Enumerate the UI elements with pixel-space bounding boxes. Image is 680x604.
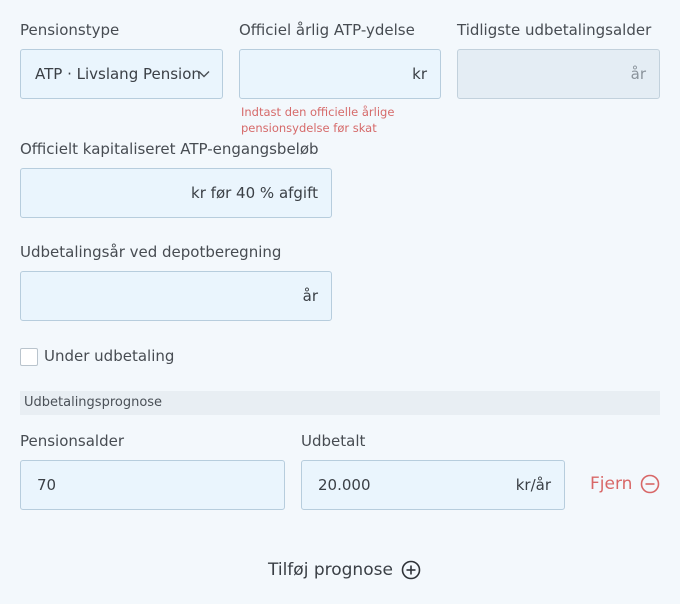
paid-unit: kr/år xyxy=(515,476,551,494)
minus-circle-icon xyxy=(641,474,660,494)
add-forecast-label: Tilføj prognose xyxy=(268,560,393,580)
payout-years-label: Udbetalingsår ved depotberegning xyxy=(20,243,282,261)
official-annual-error: Indtast den officielle årlige pensionsyd… xyxy=(241,105,395,135)
plus-circle-icon xyxy=(401,560,421,580)
forecast-section-title: Udbetalingsprognose xyxy=(24,395,163,410)
pension-age-label: Pensionsalder xyxy=(20,432,125,450)
earliest-age-input[interactable]: år xyxy=(457,49,660,99)
pension-type-value: ATP · Livslang Pension xyxy=(35,65,201,83)
forecast-section-header: Udbetalingsprognose xyxy=(20,391,660,415)
capitalized-label: Officielt kapitaliseret ATP-engangsbeløb xyxy=(20,140,319,158)
paid-value: 20.000 xyxy=(318,476,371,494)
earliest-age-label: Tidligste udbetalingsalder xyxy=(457,21,652,39)
under-payout-label: Under udbetaling xyxy=(44,347,175,365)
official-annual-suffix: kr xyxy=(412,65,427,83)
paid-input[interactable]: 20.000 kr/år xyxy=(301,460,565,510)
remove-forecast-button[interactable]: Fjern xyxy=(590,474,660,494)
payout-years-input[interactable]: år xyxy=(20,271,332,321)
official-annual-label: Officiel årlig ATP-ydelse xyxy=(239,21,415,39)
remove-label: Fjern xyxy=(590,474,633,494)
under-payout-checkbox[interactable] xyxy=(20,348,38,366)
capitalized-input[interactable]: kr før 40 % afgift xyxy=(20,168,332,218)
pension-age-input[interactable]: 70 xyxy=(20,460,285,510)
pension-type-select[interactable]: ATP · Livslang Pension xyxy=(20,49,223,99)
pension-type-label: Pensionstype xyxy=(20,21,120,39)
official-annual-input[interactable]: kr xyxy=(239,49,441,99)
chevron-down-icon xyxy=(198,71,210,78)
paid-label: Udbetalt xyxy=(301,432,366,450)
pension-age-value: 70 xyxy=(37,476,57,494)
earliest-age-suffix: år xyxy=(630,65,646,83)
capitalized-suffix: kr før 40 % afgift xyxy=(191,184,318,202)
add-forecast-button[interactable]: Tilføj prognose xyxy=(268,560,421,580)
payout-years-suffix: år xyxy=(302,287,318,305)
